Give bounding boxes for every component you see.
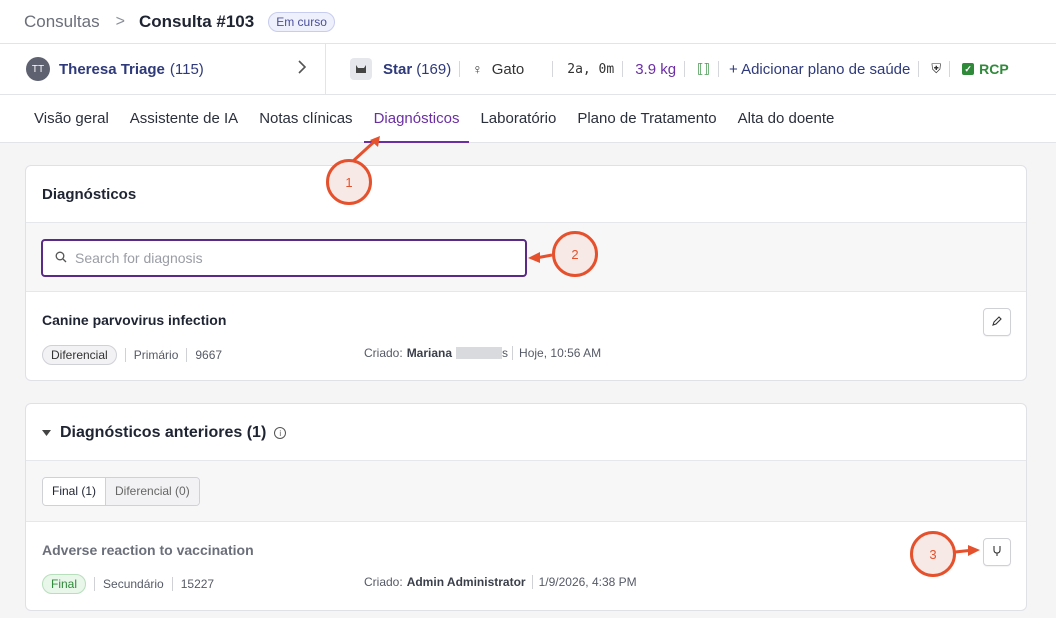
owner-summary[interactable]: TT Theresa Triage (115) — [0, 43, 326, 95]
search-box[interactable] — [41, 239, 527, 277]
rank-label: Secundário — [103, 577, 164, 591]
pet-count: (169) — [416, 60, 452, 78]
tab-diagnostics[interactable]: Diagnósticos — [363, 95, 470, 143]
diagnosis-code: 9667 — [195, 348, 223, 362]
divider — [684, 61, 686, 77]
microchip-icon: ⟦⟧ — [697, 61, 710, 76]
breadcrumb-consultas-link[interactable]: Consultas — [24, 12, 100, 32]
created-info: Criado: Mariana s Hoje, 10:56 AM — [364, 346, 601, 360]
section-title: Diagnósticos — [42, 186, 137, 203]
created-label: Criado: — [364, 575, 403, 589]
annotation-marker-1: 1 — [326, 159, 372, 205]
pet-summary: Star (169) ♀ Gato 2a, 0m 3.9 kg ⟦⟧ + Adi… — [326, 44, 1009, 95]
tab-clinical-notes[interactable]: Notas clínicas — [249, 95, 362, 143]
divider — [512, 346, 514, 360]
created-by-tail: s — [502, 346, 509, 360]
info-icon[interactable]: i — [274, 427, 287, 439]
patient-info-bar: TT Theresa Triage (115) Star (169) ♀ Gat… — [0, 43, 1056, 95]
previous-diagnosis-name: Adverse reaction to vaccination — [42, 542, 254, 558]
divider — [531, 575, 533, 589]
created-at: Hoje, 10:56 AM — [519, 346, 602, 360]
rcp-badge: ✓ RCP — [962, 61, 1009, 77]
divider — [717, 61, 719, 77]
stethoscope-icon — [991, 545, 1003, 560]
previous-diagnosis-meta: Final Secundário 15227 — [42, 574, 214, 594]
tab-laboratory[interactable]: Laboratório — [470, 95, 566, 143]
chevron-right-icon[interactable] — [297, 59, 307, 79]
female-icon: ♀ — [472, 61, 483, 77]
consultation-tabs: Visão geral Assistente de IA Notas clíni… — [0, 95, 1056, 143]
created-by: Admin Administrator — [406, 575, 526, 589]
add-health-plan-link[interactable]: + Adicionar plano de saúde — [729, 61, 910, 78]
diagnosis-name: Canine parvovirus infection — [42, 312, 227, 328]
rank-label: Primário — [133, 348, 179, 362]
diagnosis-filter-toggle: Final (1) Diferencial (0) — [42, 477, 200, 506]
divider — [622, 61, 624, 77]
diagnostics-card: Diagnósticos Canine parvovirus infection… — [25, 165, 1027, 381]
pet-weight: 3.9 kg — [635, 60, 677, 78]
add-to-consultation-button[interactable] — [983, 538, 1011, 566]
divider — [94, 577, 96, 591]
owner-name[interactable]: Theresa Triage — [59, 61, 165, 78]
redacted-text — [456, 347, 503, 359]
pet-species: Gato — [491, 60, 525, 78]
created-label: Criado: — [364, 346, 403, 360]
annotation-marker-2: 2 — [552, 231, 598, 277]
filter-final-button[interactable]: Final (1) — [43, 478, 107, 505]
divider — [552, 61, 554, 77]
created-at: 1/9/2026, 4:38 PM — [538, 575, 637, 589]
type-badge: Final — [42, 574, 87, 594]
type-badge: Diferencial — [42, 345, 117, 365]
owner-count: (115) — [169, 60, 204, 78]
caret-down-icon — [42, 428, 51, 438]
status-badge: Em curso — [268, 11, 335, 32]
pencil-icon — [991, 315, 1003, 330]
divider — [918, 61, 920, 77]
pet-avatar-icon — [350, 58, 372, 80]
breadcrumb: Consultas > Consulta #103 Em curso — [0, 0, 1056, 44]
created-by: Mariana — [406, 346, 453, 360]
search-area — [26, 222, 1026, 292]
shield-icon: ⛨ — [931, 61, 942, 76]
previous-diagnostics-toggle[interactable]: Diagnósticos anteriores (1) i — [42, 424, 287, 442]
edit-button[interactable] — [983, 308, 1011, 336]
divider — [124, 348, 126, 362]
filter-differential-button[interactable]: Diferencial (0) — [106, 478, 199, 505]
annotation-marker-3: 3 — [910, 531, 956, 577]
divider — [949, 61, 951, 77]
check-icon: ✓ — [962, 63, 975, 75]
tab-treatment-plan[interactable]: Plano de Tratamento — [567, 95, 726, 143]
divider — [186, 348, 188, 362]
divider — [459, 61, 461, 77]
divider — [171, 577, 173, 591]
tab-discharge[interactable]: Alta do doente — [728, 95, 845, 143]
tab-overview[interactable]: Visão geral — [24, 95, 119, 143]
filter-final-label: Final (1) — [52, 484, 97, 498]
filter-differential-label: Diferencial (0) — [115, 484, 190, 498]
avatar: TT — [26, 57, 50, 81]
created-info: Criado: Admin Administrator 1/9/2026, 4:… — [364, 575, 637, 589]
tab-ai-assistant[interactable]: Assistente de IA — [120, 95, 248, 143]
page-title: Consulta #103 — [138, 11, 255, 31]
previous-diagnostics-card: Diagnósticos anteriores (1) i Final (1) … — [25, 403, 1027, 611]
filter-area: Final (1) Diferencial (0) — [26, 460, 1026, 522]
diagnosis-meta: Diferencial Primário 9667 — [42, 345, 222, 365]
search-input[interactable] — [75, 250, 515, 266]
pet-name[interactable]: Star — [383, 61, 412, 78]
previous-diagnostics-title: Diagnósticos anteriores (1) — [60, 424, 267, 441]
pet-age: 2a, 0m — [567, 61, 615, 77]
rcp-label: RCP — [979, 61, 1009, 77]
diagnosis-code: 15227 — [180, 577, 215, 591]
chevron-right-icon: > — [115, 12, 125, 30]
search-icon — [55, 251, 67, 266]
